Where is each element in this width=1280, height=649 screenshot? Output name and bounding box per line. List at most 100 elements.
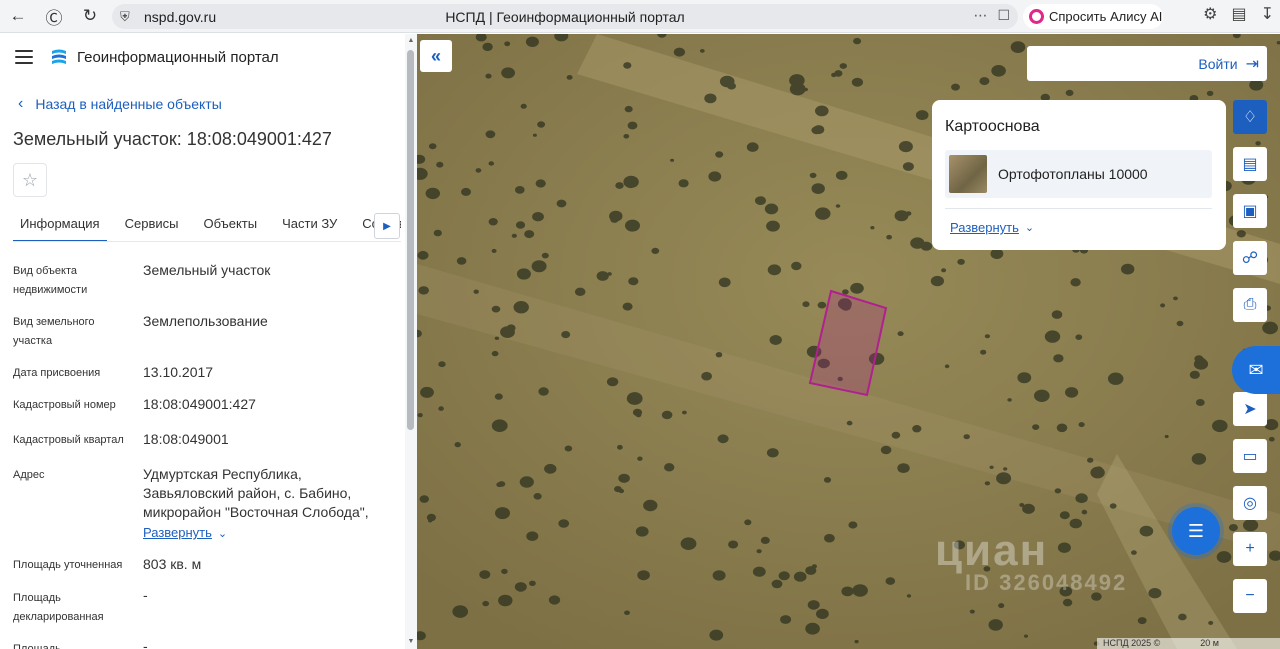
shrub [1059,511,1070,520]
shrub [417,250,429,260]
minimap-icon[interactable]: ▭ [1233,439,1267,473]
download-icon[interactable]: ↧ [1261,4,1274,24]
shrub [454,442,461,448]
alice-button[interactable]: Спросить Алису AI [1023,4,1163,29]
basemap-title: Картооснова [945,118,1040,135]
shrub [815,207,831,220]
shrub [501,67,515,79]
zoom-in-button[interactable]: + [1233,532,1267,566]
property-label: Площадь [13,643,61,649]
basemap-expand-link[interactable]: Развернуть [950,220,1019,235]
shrub [520,103,527,109]
shrub [906,594,912,598]
shrub [482,600,490,607]
reload-icon[interactable]: ↻ [72,1,108,31]
basemap-layer-item[interactable]: Ортофотопланы 10000 [945,150,1212,198]
shrub [428,519,433,523]
shrub [473,289,479,294]
shrub [482,42,493,52]
shrub [532,133,537,137]
scale-label: 20 м [1200,638,1219,648]
yandex-icon[interactable]: Ⓒ [36,1,72,31]
shrub [515,221,526,229]
collections-icon[interactable]: ▤ [1231,4,1246,24]
shrub [566,75,573,80]
zoom-out-button[interactable]: − [1233,579,1267,613]
property-value: 803 кв. м [143,556,202,572]
shrub [425,187,440,200]
shrub [606,377,619,387]
chat-bubble-icon[interactable]: ☰ [1172,507,1220,555]
login-arrow-icon: ⇥ [1245,56,1259,73]
tab-parts[interactable]: Части ЗУ [275,210,344,242]
tabs-scroll-right-button[interactable]: ▶ [374,213,400,239]
shrub [902,162,914,171]
shrub [614,486,622,493]
shrub [417,413,423,418]
property-label: Вид объекта недвижимости [13,265,88,296]
menu-icon[interactable] [15,50,33,64]
shrub [544,463,557,474]
tab-services[interactable]: Сервисы [118,210,186,242]
address-expand[interactable]: Развернуть ⌄ [143,523,393,544]
shrub [704,93,717,104]
panel-scrollbar[interactable]: ▲ ▼ [405,34,417,649]
shrub [984,481,991,486]
shrub [436,161,444,168]
shrub [1081,509,1088,515]
page-title: Земельный участок: 18:08:049001:427 [13,129,332,149]
shrub [815,105,829,117]
shrub [561,331,571,339]
shrub [1206,90,1214,96]
shrub [635,412,642,418]
shrub [1051,310,1063,319]
shrub [771,579,783,589]
ruler-icon[interactable]: ▤ [1233,147,1267,181]
shrub [485,130,496,139]
favorite-button[interactable]: ☆ [13,163,47,197]
portal-logo-icon [52,49,66,64]
scroll-down-icon[interactable]: ▼ [406,638,416,645]
layers-tool-button[interactable]: ♢ [1233,100,1267,134]
geolocation-icon[interactable]: ◎ [1233,486,1267,520]
area-select-icon[interactable]: ▣ [1233,194,1267,228]
shrub [664,463,675,472]
shrub [1069,518,1082,529]
shrub [1228,524,1238,532]
shrub [708,171,722,182]
basemap-expand[interactable]: Развернуть ⌄ [950,220,1034,235]
shrub [1189,370,1200,379]
share-icon[interactable]: ☍ [1233,241,1267,275]
scroll-up-icon[interactable]: ▲ [406,37,416,44]
print-icon[interactable]: ⎙ [1233,288,1267,322]
shrub [1268,436,1275,442]
help-chat-button[interactable]: ✉ [1232,346,1280,394]
extensions-icon[interactable]: ⚙ [1203,4,1217,24]
bookmark-icon[interactable]: ☐ [997,7,1010,24]
shrub [491,419,508,433]
chevron-left-icon: ‹ [18,95,24,112]
shrub [793,571,807,582]
tab-information[interactable]: Информация [13,210,107,242]
attribution-text: НСПД 2025 © [1103,638,1161,648]
more-icon[interactable]: ⋯ [973,7,987,24]
address-expand-link[interactable]: Развернуть [143,525,212,540]
shrub [615,182,624,189]
map-view[interactable]: « Войти ⇥ Картооснова Ортофотопланы 1000… [417,34,1280,649]
back-to-results-link[interactable]: ‹ Назад в найденные объекты [18,95,222,113]
scroll-thumb[interactable] [407,50,414,430]
shrub [488,161,495,166]
shrub [1212,419,1228,433]
shrub [524,230,535,239]
login-button[interactable]: Войти ⇥ [1198,54,1259,74]
navigation-icon[interactable]: ➤ [1233,392,1267,426]
shrub [746,142,759,152]
address-bar[interactable]: ⛨ nspd.gov.ru НСПД | Геоинформационный п… [112,4,1018,29]
property-value: Землепользование [143,313,268,329]
back-arrow-icon[interactable]: ← [0,1,36,31]
shrub [456,257,467,265]
shrub [717,434,729,444]
tab-objects[interactable]: Объекты [196,210,264,242]
collapse-panel-button[interactable]: « [420,40,452,72]
property-label: Дата присвоения [13,367,101,379]
